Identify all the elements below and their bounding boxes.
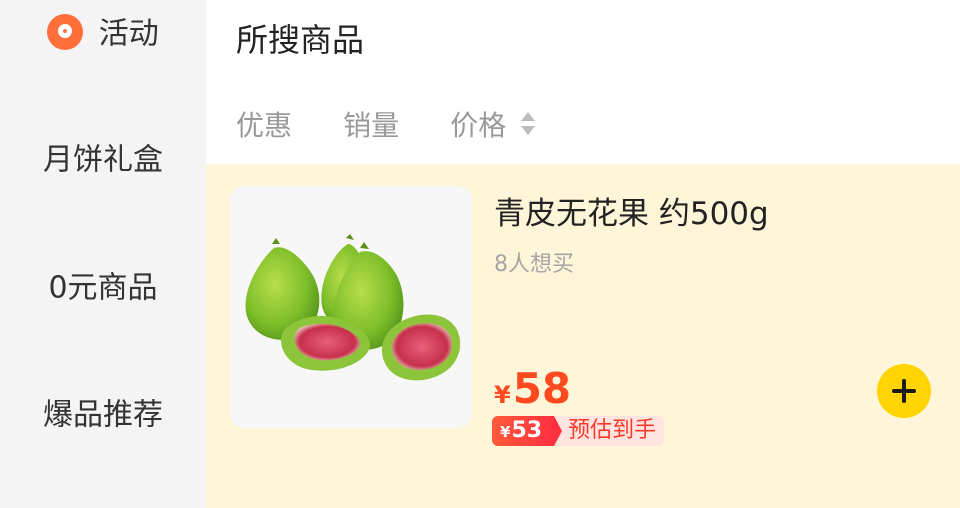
sidebar-item-activity[interactable]: 活动 xyxy=(0,13,206,55)
sidebar-item-hot-picks[interactable]: 爆品推荐 xyxy=(0,395,206,436)
sidebar: 活动 月饼礼盒 0元商品 爆品推荐 xyxy=(0,0,206,508)
sort-bar: 优惠 销量 价格 xyxy=(236,106,581,146)
estimated-currency: ¥ xyxy=(500,423,511,441)
sidebar-item-label: 爆品推荐 xyxy=(43,397,163,433)
sort-price-label: 价格 xyxy=(450,109,507,142)
price-value: 58 xyxy=(512,364,572,413)
sort-price-tab[interactable]: 价格 xyxy=(450,106,536,146)
sort-discount-tab[interactable]: 优惠 xyxy=(236,106,292,146)
estimated-price-value: 53 xyxy=(511,418,543,443)
add-to-cart-button[interactable] xyxy=(877,364,931,418)
sort-sales-tab[interactable]: 销量 xyxy=(343,106,399,146)
sort-arrows-icon xyxy=(521,108,536,138)
estimated-price-label: 预估到手 xyxy=(554,416,665,446)
price-currency: ¥ xyxy=(494,381,511,409)
want-count: 8人想买 xyxy=(494,252,574,277)
sidebar-item-zero-yuan-products[interactable]: 0元商品 xyxy=(0,268,206,309)
page-title: 所搜商品 xyxy=(236,21,365,59)
estimated-price-tag: ¥53 xyxy=(492,416,563,446)
sidebar-item-label: 0元商品 xyxy=(48,270,158,306)
product-image[interactable] xyxy=(230,186,472,428)
green-fig-image xyxy=(245,234,461,381)
product-name[interactable]: 青皮无花果 约500g xyxy=(494,194,769,234)
product-card[interactable]: 青皮无花果 约500g 8人想买 ¥58 ¥53 预估到手 xyxy=(206,164,960,508)
product-price: ¥58 xyxy=(494,364,571,423)
sidebar-item-label: 月饼礼盒 xyxy=(43,142,163,178)
main-panel: 所搜商品 优惠 销量 价格 青皮无花果 约500g 8人想买 ¥58 ¥53 预… xyxy=(206,0,960,508)
location-pin-icon xyxy=(47,13,84,50)
estimated-price-badge: ¥53 预估到手 xyxy=(492,416,665,450)
sidebar-item-mooncake-gift-box[interactable]: 月饼礼盒 xyxy=(0,140,206,181)
sidebar-item-label: 活动 xyxy=(98,16,159,52)
